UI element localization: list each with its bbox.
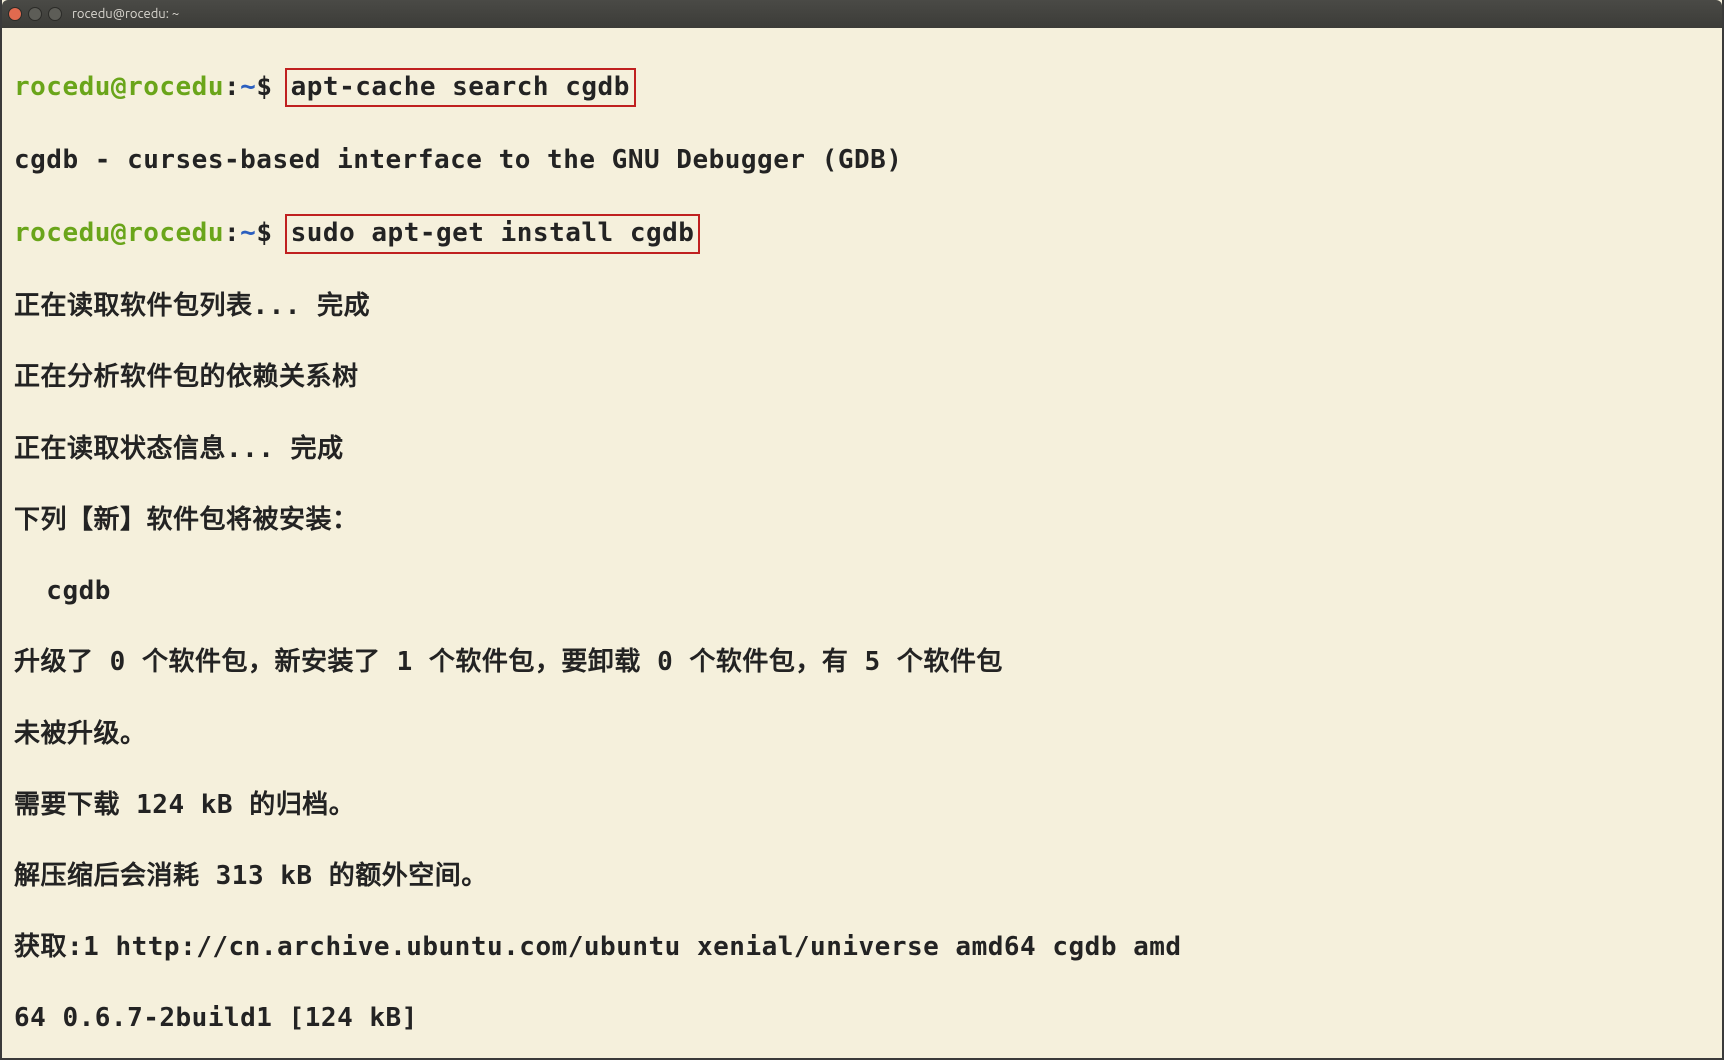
output-line: 获取:1 http://cn.archive.ubuntu.com/ubuntu…	[14, 930, 1716, 966]
output-line: 正在读取软件包列表... 完成	[14, 289, 1716, 325]
command-1: apt-cache search cgdb	[285, 68, 636, 108]
window-title: rocedu@rocedu: ~	[72, 7, 179, 21]
output-line: 未被升级。	[14, 717, 1716, 753]
command-2: sudo apt-get install cgdb	[285, 214, 701, 254]
prompt-line-2: rocedu@rocedu:~$ sudo apt-get install cg…	[14, 214, 1716, 254]
output-line: 正在读取状态信息... 完成	[14, 432, 1716, 468]
output-line: cgdb - curses-based interface to the GNU…	[14, 143, 1716, 179]
titlebar: rocedu@rocedu: ~	[2, 0, 1722, 28]
output-line: 正在分析软件包的依赖关系树	[14, 360, 1716, 396]
output-line: 需要下载 124 kB 的归档。	[14, 788, 1716, 824]
prompt-dollar: $	[256, 218, 272, 248]
terminal-window: rocedu@rocedu: ~ rocedu@rocedu:~$ apt-ca…	[0, 0, 1724, 1060]
output-line: 升级了 0 个软件包，新安装了 1 个软件包，要卸载 0 个软件包，有 5 个软…	[14, 645, 1716, 681]
prompt-path: ~	[240, 72, 256, 102]
prompt-line-1: rocedu@rocedu:~$ apt-cache search cgdb	[14, 68, 1716, 108]
output-line: 64 0.6.7-2build1 [124 kB]	[14, 1001, 1716, 1037]
output-line: 下列【新】软件包将被安装：	[14, 503, 1716, 539]
minimize-icon[interactable]	[28, 7, 42, 21]
terminal-body[interactable]: rocedu@rocedu:~$ apt-cache search cgdb c…	[2, 28, 1722, 1058]
maximize-icon[interactable]	[48, 7, 62, 21]
prompt-sep: :	[224, 72, 240, 102]
prompt-path: ~	[240, 218, 256, 248]
output-line: cgdb	[14, 574, 1716, 610]
prompt-user: rocedu@rocedu	[14, 72, 224, 102]
prompt-dollar: $	[256, 72, 272, 102]
prompt-user: rocedu@rocedu	[14, 218, 224, 248]
output-line: 解压缩后会消耗 313 kB 的额外空间。	[14, 859, 1716, 895]
prompt-sep: :	[224, 218, 240, 248]
close-icon[interactable]	[8, 7, 22, 21]
